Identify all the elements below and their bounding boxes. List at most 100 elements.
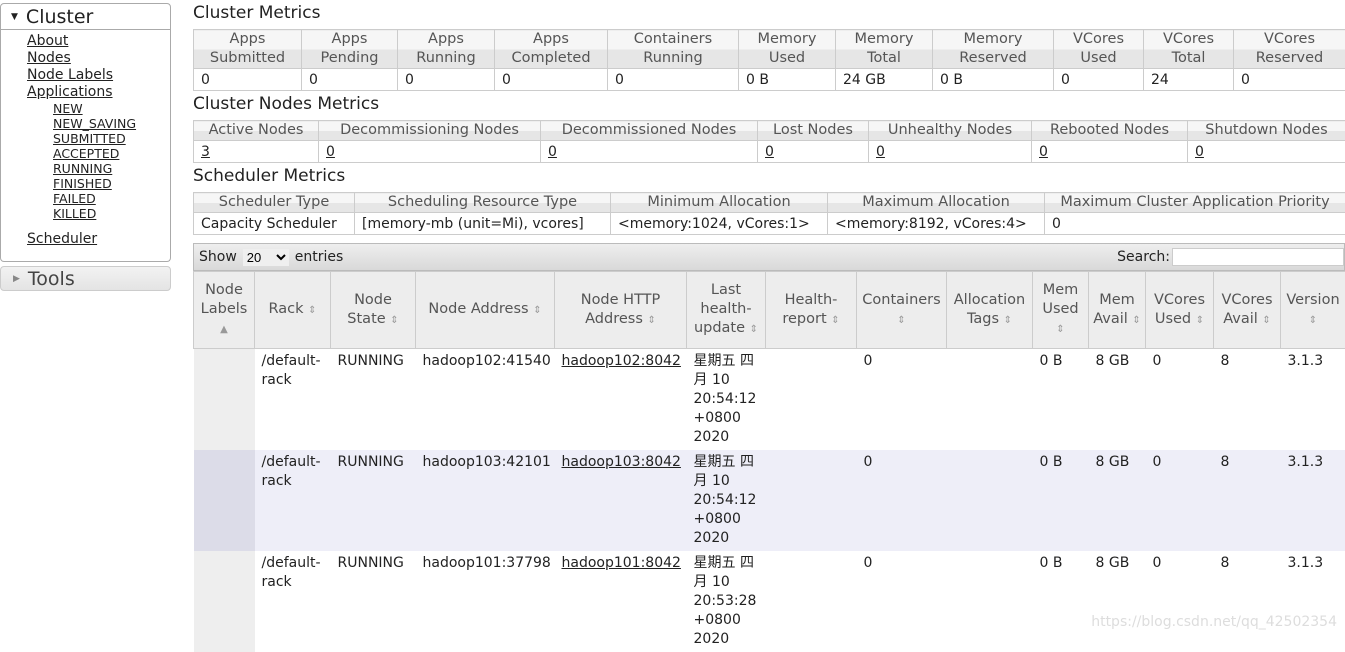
value-shutdown-nodes-link[interactable]: 0 — [1195, 144, 1204, 160]
value-decommissioning-nodes-link[interactable]: 0 — [326, 144, 335, 160]
header-decommissioning-nodes: Decommissioning Nodes — [319, 121, 541, 141]
column-label: Last health-update — [694, 282, 752, 336]
column-label: Health-report — [782, 292, 837, 327]
cell-health-report — [766, 349, 857, 451]
value-minimum-allocation: <memory:1024, vCores:1> — [611, 213, 828, 235]
nav-state-submitted[interactable]: SUBMITTED — [53, 131, 170, 146]
cell-node-labels — [194, 551, 255, 652]
nav-state-new[interactable]: NEW — [53, 101, 170, 116]
cell-mem-avail: 8 GB — [1089, 450, 1146, 551]
value-memory-used: 0 B — [739, 69, 836, 91]
column-header-vcores-avail[interactable]: VCores Avail ⇕ — [1214, 272, 1281, 349]
value-vcores-used: 0 — [1054, 69, 1144, 91]
sort-icon: ⇕ — [1004, 315, 1012, 326]
nav-state-running[interactable]: RUNNING — [53, 161, 170, 176]
node-http-link[interactable]: hadoop101:8042 — [562, 555, 681, 571]
nav-state-accepted[interactable]: ACCEPTED — [53, 146, 170, 161]
value-decommissioned-nodes-link[interactable]: 0 — [548, 144, 557, 160]
column-header-last-health-update[interactable]: Last health-update ⇕ — [687, 272, 766, 349]
nav-nodes[interactable]: Nodes — [27, 50, 170, 67]
cell-containers: 0 — [857, 551, 947, 652]
column-label: Mem Avail — [1093, 292, 1135, 327]
nodes-table: Node Labels ▲Rack ⇕Node State ⇕Node Addr… — [193, 271, 1345, 652]
nav-state-killed[interactable]: KILLED — [53, 206, 170, 221]
value-containers-running: 0 — [608, 69, 739, 91]
nav-about[interactable]: About — [27, 33, 170, 50]
column-header-containers[interactable]: Containers ⇕ — [857, 272, 947, 349]
nav-applications[interactable]: Applications — [27, 84, 170, 101]
nav-node-labels[interactable]: Node Labels — [27, 67, 170, 84]
cell-mem-avail: 8 GB — [1089, 551, 1146, 652]
sidebar: ▼Cluster About Nodes Node Labels Applica… — [0, 3, 171, 291]
tools-panel-header[interactable]: ▶Tools — [0, 266, 171, 291]
column-header-allocation-tags[interactable]: Allocation Tags ⇕ — [947, 272, 1033, 349]
column-header-version[interactable]: Version ⇕ — [1281, 272, 1345, 349]
cell-mem-used: 0 B — [1033, 551, 1089, 652]
column-header-node-address[interactable]: Node Address ⇕ — [416, 272, 555, 349]
cell-node-state: RUNNING — [331, 551, 416, 652]
nav-state-new-saving[interactable]: NEW_SAVING — [53, 116, 170, 131]
sort-icon: ⇕ — [1196, 315, 1204, 326]
value-rebooted-nodes-link[interactable]: 0 — [1039, 144, 1048, 160]
header-apps-submitted: Apps Submitted — [194, 30, 302, 69]
node-http-link[interactable]: hadoop102:8042 — [562, 353, 681, 369]
nav-state-failed[interactable]: FAILED — [53, 191, 170, 206]
node-http-link[interactable]: hadoop103:8042 — [562, 454, 681, 470]
column-label: Mem Used — [1042, 282, 1078, 317]
header-vcores-reserved: VCores Reserved — [1234, 30, 1345, 69]
header-shutdown-nodes: Shutdown Nodes — [1188, 121, 1345, 141]
sort-icon: ⇕ — [308, 305, 316, 316]
cell-vcores-avail: 8 — [1214, 450, 1281, 551]
header-scheduling-resource-type: Scheduling Resource Type — [355, 193, 611, 213]
cell-containers: 0 — [857, 450, 947, 551]
value-active-nodes-link[interactable]: 3 — [201, 144, 210, 160]
column-header-rack[interactable]: Rack ⇕ — [255, 272, 331, 349]
header-unhealthy-nodes: Unhealthy Nodes — [869, 121, 1032, 141]
table-row: /default-rackRUNNINGhadoop103:42101hadoo… — [194, 450, 1345, 551]
value-memory-reserved: 0 B — [933, 69, 1054, 91]
sort-asc-icon: ▲ — [220, 324, 228, 335]
nav-state-finished[interactable]: FINISHED — [53, 176, 170, 191]
cell-rack: /default-rack — [255, 450, 331, 551]
column-header-mem-used[interactable]: Mem Used ⇕ — [1033, 272, 1089, 349]
cell-health-report — [766, 450, 857, 551]
header-vcores-used: VCores Used — [1054, 30, 1144, 69]
column-header-node-http-address[interactable]: Node HTTP Address ⇕ — [555, 272, 687, 349]
cell-last-health-update: 星期五 四月 10 20:53:28 +0800 2020 — [687, 551, 766, 652]
column-header-node-labels[interactable]: Node Labels ▲ — [194, 272, 255, 349]
sort-icon: ⇕ — [1132, 315, 1140, 326]
header-scheduler-type: Scheduler Type — [194, 193, 355, 213]
search-input[interactable] — [1172, 248, 1344, 266]
nav-scheduler[interactable]: Scheduler — [27, 231, 170, 248]
caret-right-icon: ▶ — [13, 274, 20, 284]
column-header-vcores-used[interactable]: VCores Used ⇕ — [1146, 272, 1214, 349]
cell-node-http-address: hadoop103:8042 — [555, 450, 687, 551]
cell-vcores-used: 0 — [1146, 450, 1214, 551]
header-maximum-allocation: Maximum Allocation — [828, 193, 1045, 213]
cluster-panel-header[interactable]: ▼Cluster — [0, 3, 171, 30]
header-minimum-allocation: Minimum Allocation — [611, 193, 828, 213]
column-header-node-state[interactable]: Node State ⇕ — [331, 272, 416, 349]
value-apps-completed: 0 — [495, 69, 608, 91]
header-maximum-cluster-application-priority: Maximum Cluster Application Priority — [1045, 193, 1345, 213]
value-lost-nodes-link[interactable]: 0 — [765, 144, 774, 160]
scheduler-metrics-title: Scheduler Metrics — [193, 166, 345, 186]
cluster-metrics-title: Cluster Metrics — [193, 3, 320, 23]
column-header-health-report[interactable]: Health-report ⇕ — [766, 272, 857, 349]
value-apps-running: 0 — [398, 69, 495, 91]
entries-select[interactable]: 20 — [243, 249, 289, 266]
sort-icon: ⇕ — [390, 315, 398, 326]
column-header-mem-avail[interactable]: Mem Avail ⇕ — [1089, 272, 1146, 349]
sort-icon: ⇕ — [533, 305, 541, 316]
column-label: Node Address — [428, 301, 528, 317]
watermark: https://blog.csdn.net/qq_42502354 — [1091, 614, 1337, 630]
sort-icon: ⇕ — [1309, 315, 1317, 326]
cell-rack: /default-rack — [255, 349, 331, 451]
caret-down-icon: ▼ — [11, 12, 18, 22]
value-cell: 0 — [869, 141, 1032, 163]
value-unhealthy-nodes-link[interactable]: 0 — [876, 144, 885, 160]
cell-node-http-address: hadoop101:8042 — [555, 551, 687, 652]
cluster-nodes-metrics-title: Cluster Nodes Metrics — [193, 94, 379, 114]
cell-node-state: RUNNING — [331, 349, 416, 451]
cell-last-health-update: 星期五 四月 10 20:54:12 +0800 2020 — [687, 450, 766, 551]
